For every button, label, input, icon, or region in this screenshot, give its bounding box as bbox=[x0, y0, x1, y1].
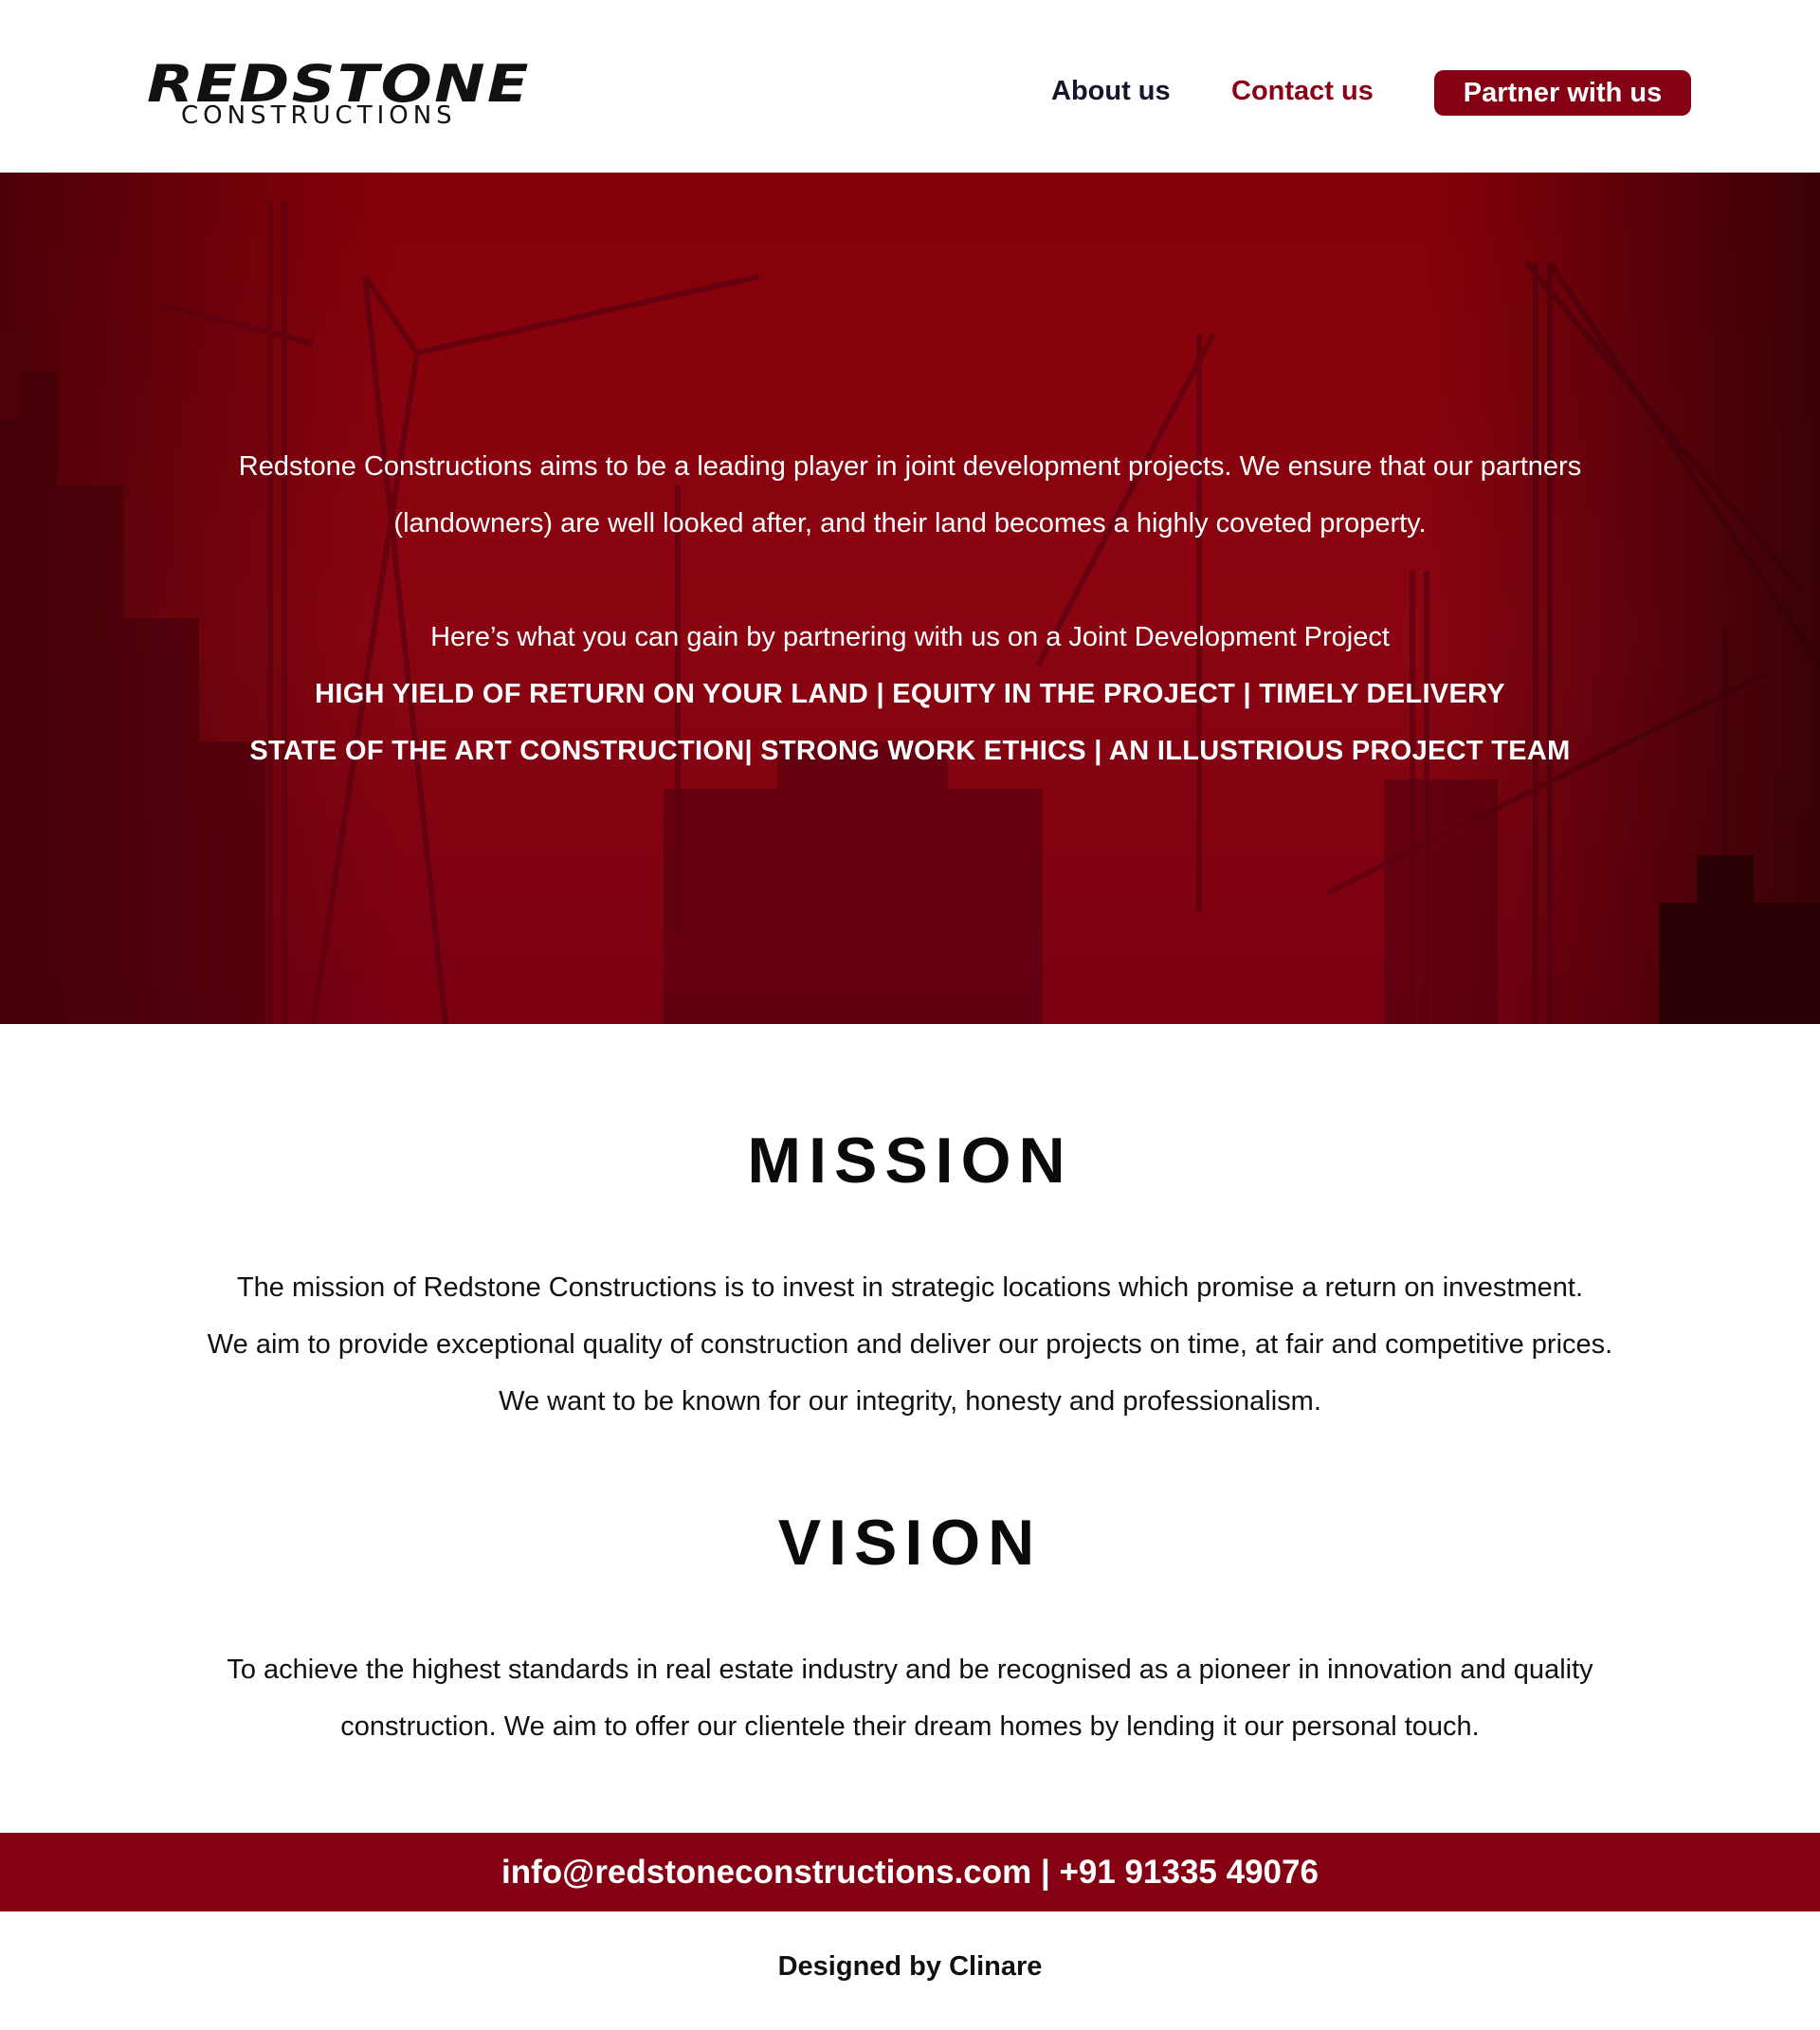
hero-benefits-line-1: HIGH YIELD OF RETURN ON YOUR LAND | EQUI… bbox=[315, 679, 1505, 709]
nav-contact-us[interactable]: Contact us bbox=[1231, 76, 1374, 107]
mission-text-line-1: The mission of Redstone Constructions is… bbox=[236, 1272, 1584, 1303]
designer-credit: Designed by Clinare bbox=[777, 1951, 1043, 1982]
hero-benefits-line-2: STATE OF THE ART CONSTRUCTION| STRONG WO… bbox=[249, 736, 1571, 766]
logo-subtitle: CONSTRUCTIONS bbox=[181, 101, 457, 130]
hero-gain-line: Here’s what you can gain by partnering w… bbox=[430, 622, 1390, 652]
hero-intro-line-1: Redstone Constructions aims to be a lead… bbox=[238, 451, 1582, 482]
hero-banner: Redstone Constructions aims to be a lead… bbox=[0, 173, 1820, 1024]
contact-info-link[interactable]: info@redstoneconstructions.com | +91 913… bbox=[501, 1854, 1319, 1892]
mission-heading: MISSION bbox=[747, 1125, 1073, 1197]
vision-heading: VISION bbox=[777, 1507, 1043, 1579]
nav-about-us[interactable]: About us bbox=[1051, 76, 1171, 107]
partner-with-us-button[interactable]: Partner with us bbox=[1434, 70, 1691, 116]
contact-bar: info@redstoneconstructions.com | +91 913… bbox=[0, 1833, 1820, 1911]
mission-text-line-3: We want to be known for our integrity, h… bbox=[499, 1386, 1321, 1417]
construction-cranes-background bbox=[0, 173, 1820, 1024]
vision-text-line-1: To achieve the highest standards in real… bbox=[227, 1655, 1593, 1685]
site-header: REDSTONE CONSTRUCTIONS About us Contact … bbox=[0, 0, 1820, 173]
redstone-logo[interactable]: REDSTONE CONSTRUCTIONS bbox=[147, 59, 531, 133]
mission-text-line-2: We aim to provide exceptional quality of… bbox=[207, 1329, 1613, 1360]
vision-text-line-2: construction. We aim to offer our client… bbox=[340, 1711, 1480, 1742]
hero-intro: Redstone Constructions aims to be a lead… bbox=[0, 438, 1820, 552]
hero-intro-line-2: (landowners) are well looked after, and … bbox=[393, 508, 1427, 539]
